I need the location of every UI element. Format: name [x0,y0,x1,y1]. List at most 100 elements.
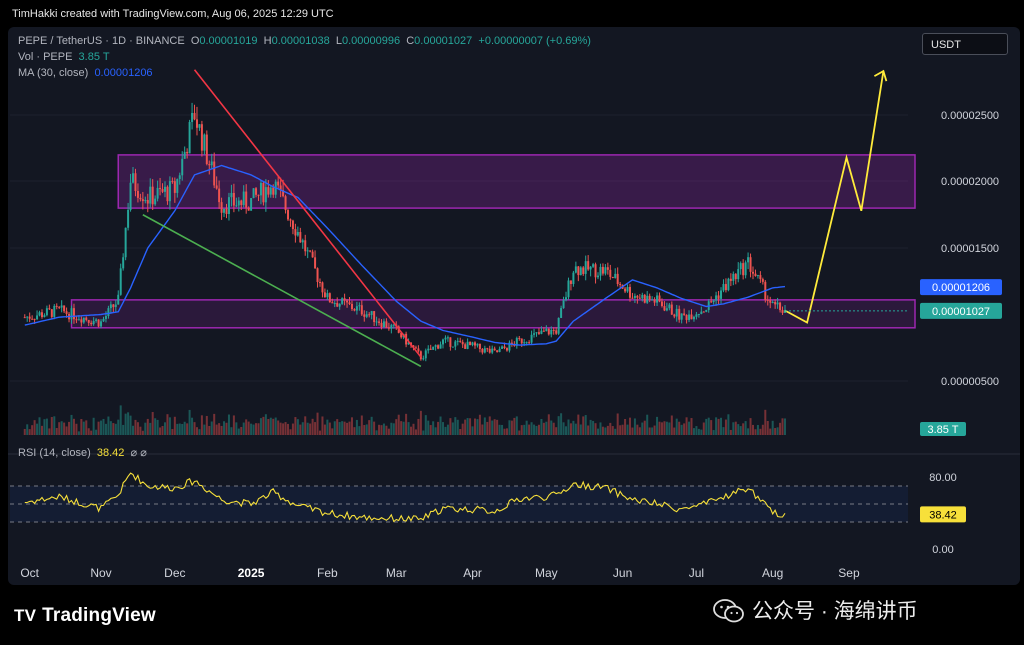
volume-bar [223,421,226,435]
candle-body [486,348,489,350]
volume-bar [220,425,223,435]
candle-body [333,302,336,304]
candle-body [631,297,634,299]
candle-body [761,279,764,282]
volume-bar [624,419,627,435]
candle-body [176,179,179,193]
candle-body [478,343,481,349]
volume-bar [203,424,206,435]
rsi-settings-icons[interactable]: ⌀ ⌀ [131,447,147,459]
volume-bar [124,413,127,435]
volume-bar [72,418,75,435]
candle-body [702,311,705,313]
volume-bar [537,424,540,435]
candle-body [434,345,437,347]
volume-bar [446,424,449,435]
candle-body [80,319,83,323]
volume-bar [129,415,132,435]
candle-body [230,192,233,198]
candle-body [245,191,248,208]
candle-body [151,186,154,205]
volume-bar [92,417,95,435]
currency-button[interactable]: USDT [922,33,1008,55]
candle-body [387,327,390,329]
candle-body [451,346,454,348]
volume-bar [168,417,171,435]
candle-body [692,316,695,320]
volume-bar [444,426,447,435]
candle-body [727,278,730,291]
volume-bar [210,421,213,435]
volume-bar [459,428,462,435]
candle-body [65,311,68,314]
candle-body [168,181,171,202]
volume-bar [385,425,388,435]
volume-bar [776,427,779,435]
candle-body [129,182,132,210]
candle-body [208,164,211,166]
volume-bar [23,428,26,435]
candle-body [459,340,462,342]
candle-body [235,205,238,207]
volume-bar [503,428,506,435]
candle-body [688,314,691,320]
candle-body [722,284,725,291]
time-tick-label: Apr [463,566,482,580]
candle-body [715,295,718,301]
candle-body [675,308,678,317]
candle-body [638,297,641,299]
volume-bar [574,423,577,435]
volume-bar [252,424,255,435]
volume-bar [481,424,484,435]
candle-body [166,186,169,202]
volume-bar [565,426,568,435]
candle-body [601,266,604,274]
candle-body [437,345,440,349]
volume-bar [501,424,504,435]
projection-arrowhead [873,69,888,82]
volume-bar [48,428,51,435]
wechat-account-text: 公众号 · 海绵讲币 [752,600,918,623]
volume-bar [577,414,580,435]
candle-body [424,350,427,359]
candle-body [717,295,720,299]
candle-body [427,348,430,351]
candle-body [749,257,752,272]
volume-bar [250,423,253,435]
volume-bar [36,423,39,435]
volume-bar [301,422,304,435]
chart-canvas[interactable]: 0.00002500 0.00002000 0.00001500 0.00000500… [8,27,1020,585]
candle-body [210,161,213,166]
volume-bar [675,418,678,435]
volume-bar [259,418,262,435]
candle-body [520,338,523,344]
tradingview-logo[interactable]: TV TradingView [14,605,156,627]
last-price-badge: 0.00001027 [932,306,990,318]
volume-bar [688,421,691,435]
volume-bar [104,423,107,435]
candle-body [134,173,137,191]
volume-bar [414,429,417,435]
candle-body [149,186,152,204]
volume-bar [717,418,720,435]
candle-body [680,313,683,320]
candle-body [390,325,393,329]
volume-bar [584,415,587,435]
candle-body [87,319,90,323]
candle-body [304,240,307,252]
volume-bar [449,418,452,435]
volume-bar [378,424,381,435]
candle-body [72,308,75,320]
volume-bar [193,422,196,435]
chart-panel[interactable]: 0.00002500 0.00002000 0.00001500 0.00000500… [8,27,1020,585]
candle-body [348,302,351,304]
volume-bar [461,423,464,435]
candle-body [523,342,526,344]
candle-body [188,122,191,154]
volume-bar [139,426,142,435]
volume-bar [178,423,181,435]
candle-body [314,257,317,269]
time-tick-label: Jul [689,566,704,580]
volume-bar [700,429,703,435]
candle-body [670,304,673,315]
